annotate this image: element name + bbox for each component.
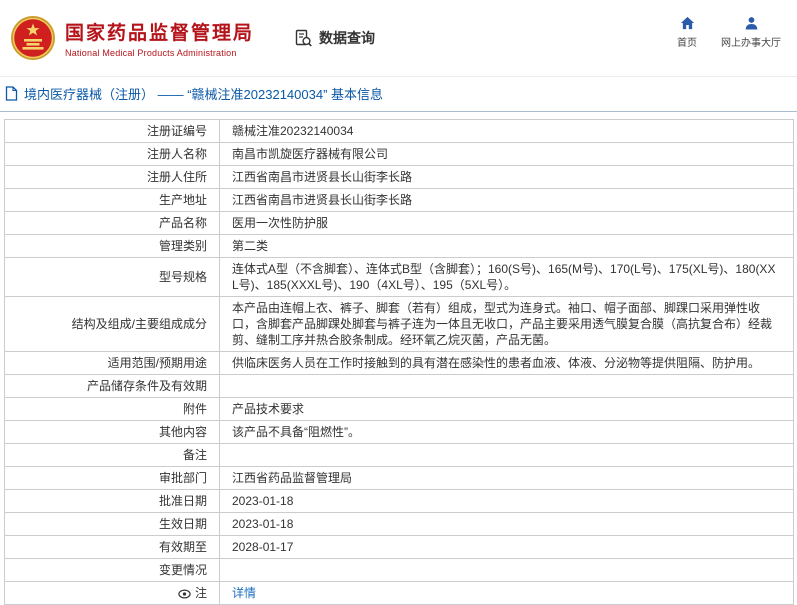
row-value: 连体式A型（不含脚套）、连体式B型（含脚套）；160(S号)、165(M号)、1… (219, 257, 794, 297)
table-row: 生效日期 2023-01-18 (4, 512, 794, 536)
row-value (219, 443, 794, 467)
row-value: 2023-01-18 (219, 512, 794, 536)
data-query-icon (294, 29, 313, 48)
table-row: 生产地址 江西省南昌市进贤县长山街李长路 (4, 188, 794, 212)
row-label: 型号规格 (4, 257, 220, 297)
nav-home-label: 首页 (677, 38, 697, 49)
nav-online-hall[interactable]: 网上办事大厅 (721, 16, 781, 49)
brand: 国家药品监督管理局 National Medical Products Admi… (10, 15, 254, 61)
row-label: 生效日期 (4, 512, 220, 536)
table-row: 管理类别 第二类 (4, 234, 794, 258)
table-row: 批准日期 2023-01-18 (4, 489, 794, 513)
row-label: 适用范围/预期用途 (4, 351, 220, 375)
row-value: 江西省南昌市进贤县长山街李长路 (219, 165, 794, 189)
row-label: 产品储存条件及有效期 (4, 374, 220, 398)
table-row: 产品储存条件及有效期 (4, 374, 794, 398)
row-label: 注 (4, 581, 220, 605)
table-row: 型号规格 连体式A型（不含脚套）、连体式B型（含脚套）；160(S号)、165(… (4, 257, 794, 297)
data-query-label: 数据查询 (319, 30, 376, 46)
table-row: 其他内容 该产品不具备“阻燃性”。 (4, 420, 794, 444)
row-value: 第二类 (219, 234, 794, 258)
row-value: 江西省南昌市进贤县长山街李长路 (219, 188, 794, 212)
national-emblem-logo (10, 15, 56, 61)
table-row: 注册证编号 赣械注准20232140034 (4, 119, 794, 143)
row-value: 详情 (219, 581, 794, 605)
row-value: 南昌市凯旋医疗器械有限公司 (219, 142, 794, 166)
table-row: 审批部门 江西省药品监督管理局 (4, 466, 794, 490)
table-row: 变更情况 (4, 558, 794, 582)
row-label: 批准日期 (4, 489, 220, 513)
table-row: 备注 (4, 443, 794, 467)
data-query-heading: 数据查询 (294, 28, 375, 48)
table-row: 结构及组成/主要组成成分 本产品由连帽上衣、裤子、脚套（若有）组成，型式为连身式… (4, 296, 794, 352)
row-label: 注册人名称 (4, 142, 220, 166)
row-label: 管理类别 (4, 234, 220, 258)
nav-home[interactable]: 首页 (677, 16, 697, 49)
row-value: 本产品由连帽上衣、裤子、脚套（若有）组成，型式为连身式。袖口、帽子面部、脚踝口采… (219, 296, 794, 352)
row-value: 医用一次性防护服 (219, 211, 794, 235)
row-value (219, 558, 794, 582)
row-value (219, 374, 794, 398)
table-row: 有效期至 2028-01-17 (4, 535, 794, 559)
row-label: 备注 (4, 443, 220, 467)
org-name-cn: 国家药品监督管理局 (65, 23, 255, 44)
row-label: 审批部门 (4, 466, 220, 490)
table-row: 适用范围/预期用途 供临床医务人员在工作时接触到的具有潜在感染性的患者血液、体液… (4, 351, 794, 375)
table-row: 注册人名称 南昌市凯旋医疗器械有限公司 (4, 142, 794, 166)
row-label: 产品名称 (4, 211, 220, 235)
row-label: 结构及组成/主要组成成分 (4, 296, 220, 352)
row-label: 注册人住所 (4, 165, 220, 189)
top-nav: 首页 网上办事大厅 (677, 16, 781, 49)
row-value: 该产品不具备“阻燃性”。 (219, 420, 794, 444)
row-value: 江西省药品监督管理局 (219, 466, 794, 490)
row-value: 产品技术要求 (219, 397, 794, 421)
detail-link[interactable]: 详情 (232, 586, 256, 600)
registration-info-table: 注册证编号 赣械注准20232140034 注册人名称 南昌市凯旋医疗器械有限公… (4, 119, 794, 605)
page-title-bar: 境内医疗器械（注册） —— “赣械注准20232140034” 基本信息 (0, 76, 797, 112)
table-row: 附件 产品技术要求 (4, 397, 794, 421)
row-value: 供临床医务人员在工作时接触到的具有潜在感染性的患者血液、体液、分泌物等提供阻隔、… (219, 351, 794, 375)
row-label: 注册证编号 (4, 119, 220, 143)
row-label: 有效期至 (4, 535, 220, 559)
table-row: 注册人住所 江西省南昌市进贤县长山街李长路 (4, 165, 794, 189)
row-value: 2028-01-17 (219, 535, 794, 559)
user-icon (744, 16, 759, 30)
table-row: 注 详情 (4, 581, 794, 605)
org-name-en: National Medical Products Administration (65, 48, 237, 58)
row-label: 变更情况 (4, 558, 220, 582)
document-icon (5, 86, 18, 101)
home-icon (680, 16, 695, 30)
row-label: 其他内容 (4, 420, 220, 444)
page-title: 境内医疗器械（注册） —— “赣械注准20232140034” 基本信息 (24, 87, 384, 102)
row-value: 2023-01-18 (219, 489, 794, 513)
table-row: 产品名称 医用一次性防护服 (4, 211, 794, 235)
note-label: 注 (194, 586, 207, 600)
row-label: 生产地址 (4, 188, 220, 212)
row-label: 附件 (4, 397, 220, 421)
header: 国家药品监督管理局 National Medical Products Admi… (0, 0, 797, 76)
nav-online-hall-label: 网上办事大厅 (721, 38, 781, 49)
row-value: 赣械注准20232140034 (219, 119, 794, 143)
